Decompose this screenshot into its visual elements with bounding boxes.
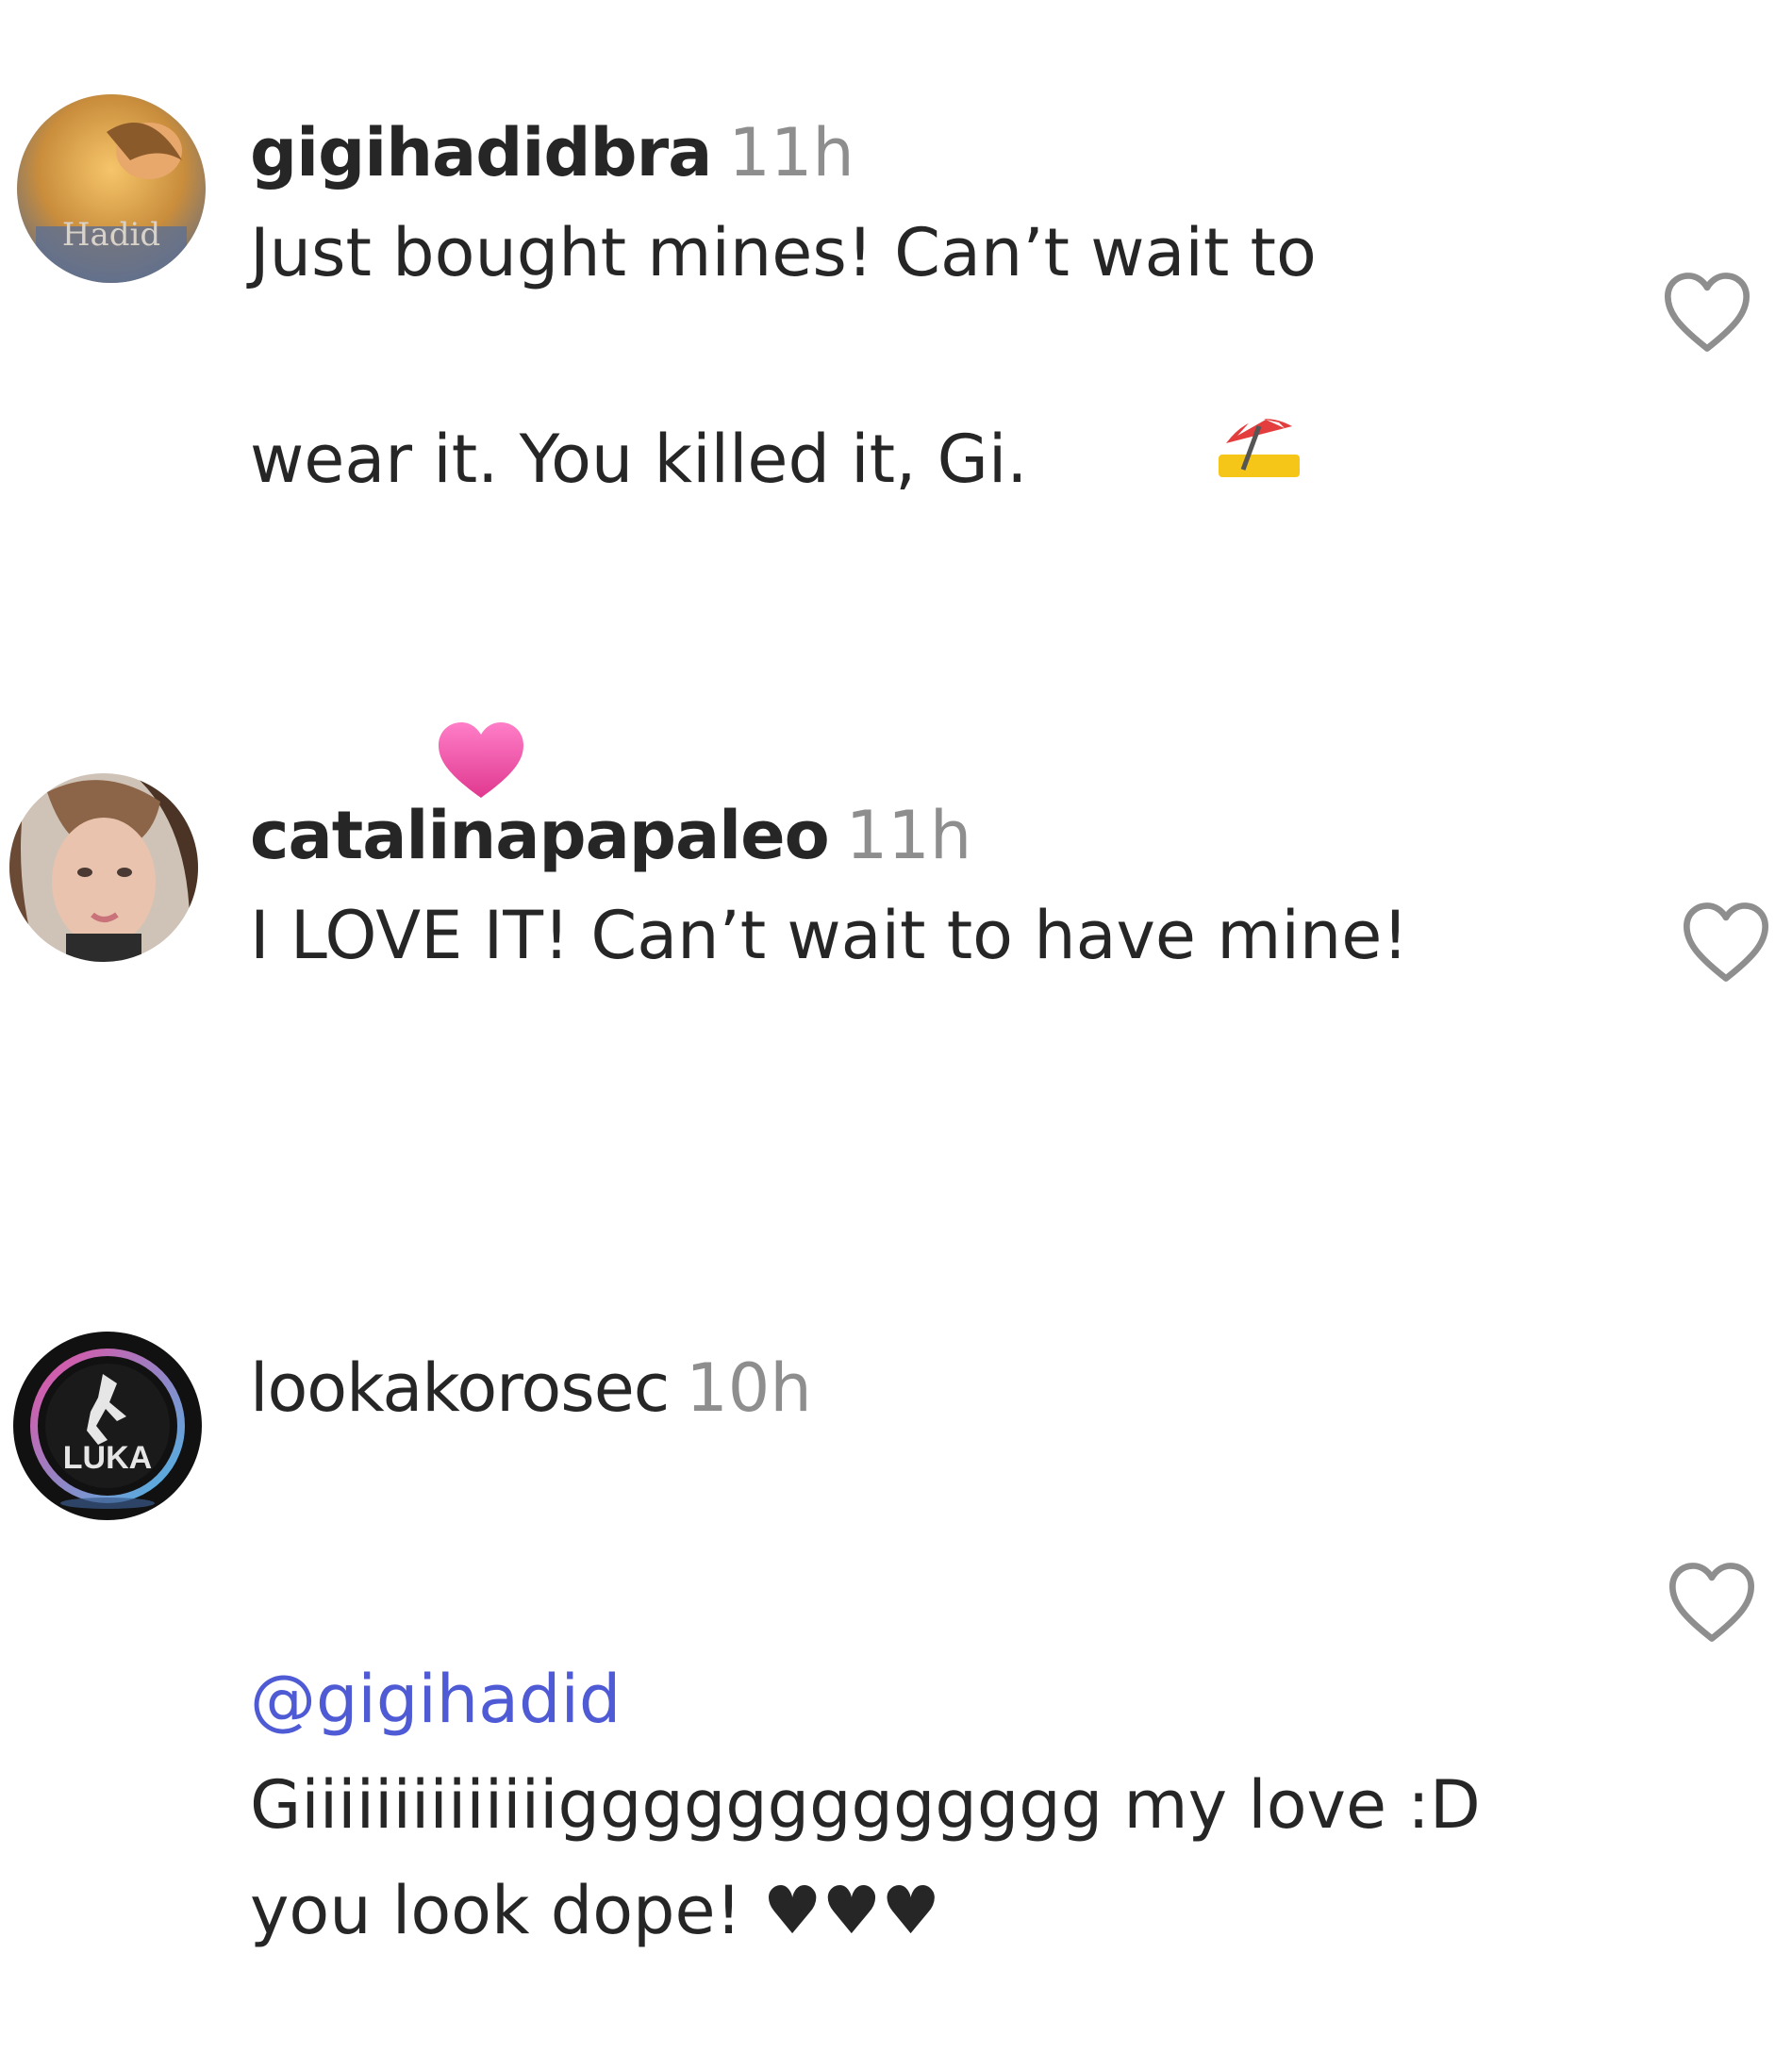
avatar-image: [9, 773, 198, 962]
comment-text: I LOVE IT! Can’t wait to have mine!: [250, 897, 1409, 974]
umbrella-on-ground-emoji: [1049, 300, 1302, 617]
comment-text: @gigihadid Giiiiiiiiiiiiiiggggggggggggg m…: [250, 1435, 1589, 2069]
heart-outline-icon: [1665, 273, 1750, 352]
avatar[interactable]: [9, 773, 198, 962]
avatar[interactable]: LUKA: [13, 1332, 202, 1520]
comment-timestamp[interactable]: 11h: [846, 797, 971, 874]
avatar-image: LUKA: [13, 1332, 202, 1520]
heart-outline-icon: [1684, 902, 1768, 982]
comment-body: lookakorosec 10h @gigihadid Giiiiiiiiiiiii…: [250, 1341, 1618, 2069]
mention-link[interactable]: @gigihadid: [250, 1647, 1589, 1752]
comment-username[interactable]: gigihadidbra: [250, 114, 712, 191]
comment-username[interactable]: catalinapapaleo: [250, 797, 830, 874]
like-button[interactable]: [1660, 266, 1754, 360]
comment-username[interactable]: lookakorosec: [250, 1349, 670, 1427]
svg-text:Hadid: Hadid: [62, 216, 160, 254]
heart-outline-icon: [1669, 1563, 1754, 1642]
avatar[interactable]: Hadid: [17, 94, 206, 283]
comment-header: lookakorosec 10h: [250, 1341, 1618, 1435]
comment-body: catalinapapaleo 11h I LOVE IT! Can’t wait…: [250, 788, 1618, 988]
avatar-image: Hadid: [17, 94, 206, 283]
svg-text:LUKA: LUKA: [63, 1440, 152, 1476]
like-button[interactable]: [1665, 1556, 1759, 1650]
comment-header: catalinapapaleo 11h: [250, 788, 1618, 883]
like-button[interactable]: [1679, 896, 1773, 990]
comment-header: gigihadidbra 11h: [250, 106, 1618, 200]
comment-text-content: Giiiiiiiiiiiiiiggggggggggggg my love :D …: [250, 1766, 1502, 1949]
comment-timestamp[interactable]: 10h: [686, 1349, 811, 1427]
comment-timestamp[interactable]: 11h: [728, 114, 854, 191]
